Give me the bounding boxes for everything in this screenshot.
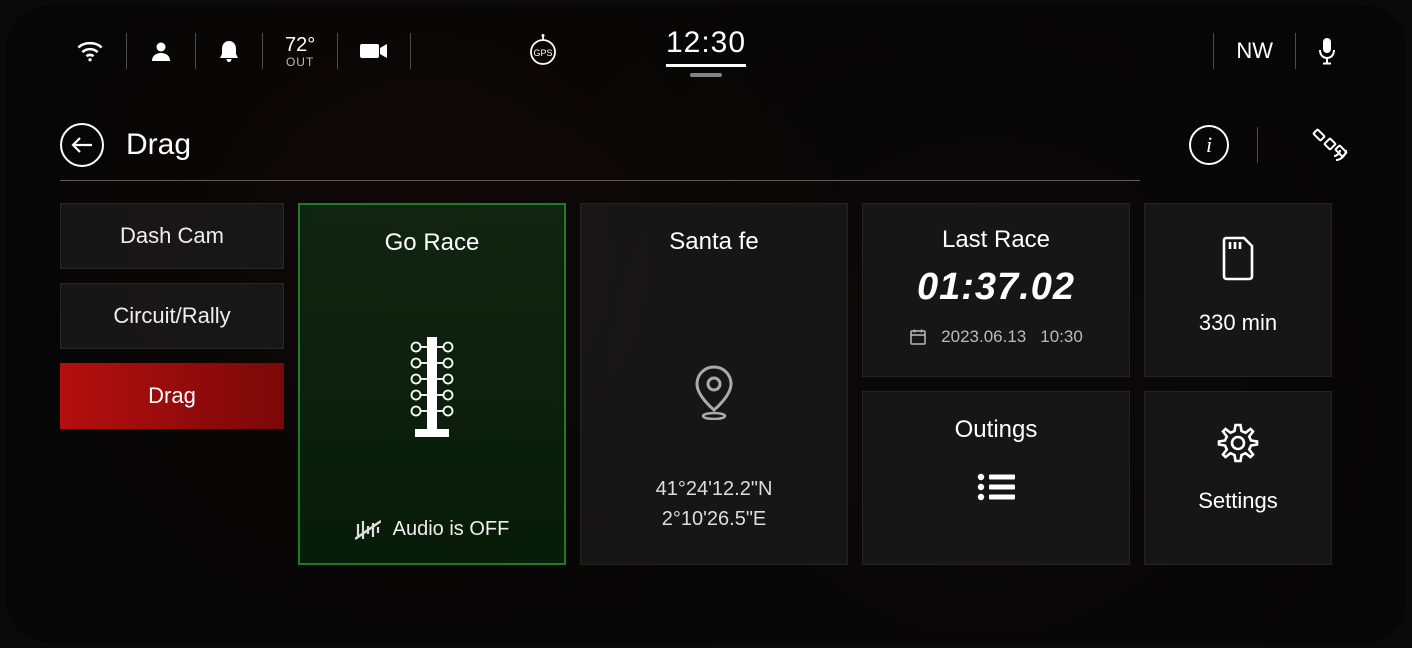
- location-pin-icon: [692, 364, 736, 420]
- last-race-timestamp: 10:30: [1040, 327, 1083, 347]
- sidebar-item-dashcam[interactable]: Dash Cam: [60, 203, 284, 269]
- microphone-icon[interactable]: [1296, 29, 1358, 73]
- svg-text:GPS: GPS: [533, 48, 552, 58]
- audio-status-label: Audio is OFF: [393, 518, 510, 541]
- clock-display[interactable]: 12:30: [666, 26, 746, 77]
- location-name: Santa fe: [669, 228, 758, 256]
- gear-icon: [1217, 422, 1259, 464]
- location-longitude: 2°10'26.5"E: [656, 504, 773, 534]
- bell-icon[interactable]: [196, 29, 262, 73]
- settings-card[interactable]: Settings: [1144, 391, 1332, 565]
- go-race-title: Go Race: [385, 229, 480, 257]
- mode-sidebar: Dash Cam Circuit/Rally Drag: [60, 203, 284, 565]
- sidebar-item-label: Drag: [148, 383, 196, 409]
- status-bar: 72° OUT GPS 12:30: [6, 6, 1406, 96]
- outings-title: Outings: [955, 416, 1038, 444]
- page-header: Drag i: [6, 114, 1406, 176]
- last-race-time: 01:37.02: [917, 266, 1075, 309]
- list-icon: [977, 472, 1015, 502]
- audio-off-icon: [355, 519, 381, 541]
- sd-card-icon: [1218, 234, 1258, 282]
- clock-handle: [690, 73, 722, 77]
- sidebar-item-circuit[interactable]: Circuit/Rally: [60, 283, 284, 349]
- temperature-value: 72°: [285, 34, 315, 57]
- settings-label: Settings: [1198, 488, 1278, 514]
- wifi-icon[interactable]: [54, 29, 126, 73]
- storage-value: 330 min: [1199, 310, 1277, 336]
- satellite-icon[interactable]: [1308, 126, 1352, 164]
- calendar-icon: [909, 328, 927, 346]
- clock-time: 12:30: [666, 26, 746, 67]
- temperature-unit: OUT: [286, 55, 314, 69]
- location-card[interactable]: Santa fe 41°24'12.2"N 2°10'26.5"E: [580, 203, 848, 565]
- last-race-date: 2023.06.13: [941, 327, 1026, 347]
- info-button[interactable]: i: [1189, 125, 1229, 165]
- sidebar-item-label: Circuit/Rally: [113, 303, 230, 329]
- location-latitude: 41°24'12.2"N: [656, 474, 773, 504]
- compass-direction[interactable]: NW: [1214, 38, 1295, 64]
- go-race-card[interactable]: Go Race: [298, 203, 566, 565]
- temperature-display[interactable]: 72° OUT: [263, 29, 337, 73]
- gps-icon[interactable]: GPS: [526, 34, 560, 68]
- user-icon[interactable]: [127, 29, 195, 73]
- sidebar-item-drag[interactable]: Drag: [60, 363, 284, 429]
- last-race-title: Last Race: [942, 226, 1050, 254]
- camera-icon[interactable]: [338, 29, 410, 73]
- outings-card[interactable]: Outings: [862, 391, 1130, 565]
- storage-card[interactable]: 330 min: [1144, 203, 1332, 377]
- back-button[interactable]: [60, 123, 104, 167]
- drag-tree-icon: [405, 337, 459, 437]
- last-race-card[interactable]: Last Race 01:37.02 2023.06.13 10:30: [862, 203, 1130, 377]
- sidebar-item-label: Dash Cam: [120, 223, 224, 249]
- page-title: Drag: [126, 128, 191, 162]
